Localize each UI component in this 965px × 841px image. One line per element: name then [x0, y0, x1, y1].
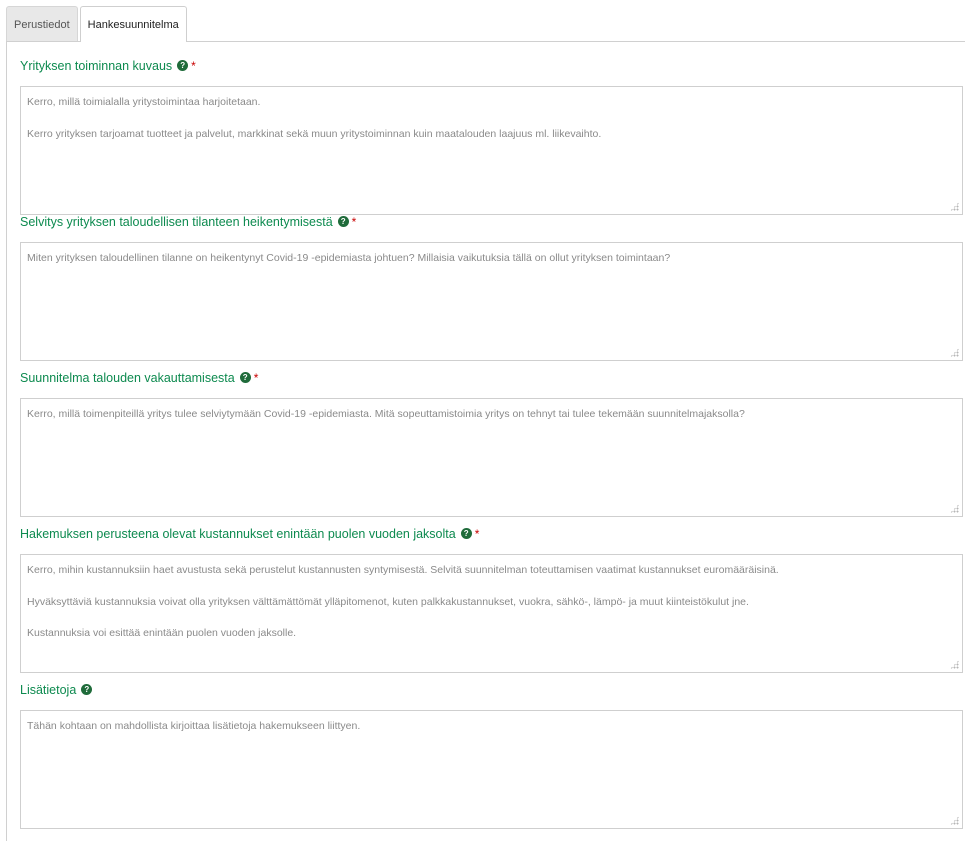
placeholder-line: Kerro, millä toimialalla yritystoimintaa…	[27, 96, 261, 108]
placeholder-line: Hyväksyttäviä kustannuksia voivat olla y…	[27, 595, 749, 608]
resize-handle-icon[interactable]	[950, 348, 959, 357]
help-icon[interactable]: ?	[81, 684, 93, 696]
required-marker: *	[474, 527, 480, 541]
form-panel: Yrityksen toiminnan kuvaus? * Kerro, mill…	[6, 41, 965, 841]
required-marker: *	[253, 371, 259, 385]
toiminnan-kuvaus-textarea[interactable]: Kerro, millä toimialalla yritystoimintaa…	[20, 86, 963, 215]
field-label: Selvitys yrityksen taloudellisen tilante…	[20, 214, 965, 230]
resize-handle-icon[interactable]	[950, 660, 959, 669]
tab-hankesuunnitelma[interactable]: Hankesuunnitelma	[79, 6, 187, 42]
tab-bar: Perustiedot Hankesuunnitelma	[6, 6, 189, 42]
resize-handle-icon[interactable]	[950, 504, 959, 513]
placeholder-line: Kerro yrityksen tarjoamat tuotteet ja pa…	[27, 127, 602, 140]
help-icon[interactable]: ?	[337, 216, 349, 228]
resize-handle-icon[interactable]	[950, 816, 959, 825]
field-taloudellisen-tilanteen-heikentyminen: Selvitys yrityksen taloudellisen tilante…	[20, 214, 965, 361]
placeholder-line: Miten yrityksen taloudellinen tilanne on…	[27, 252, 671, 264]
help-icon[interactable]: ?	[460, 528, 472, 540]
help-icon[interactable]: ?	[239, 372, 251, 384]
placeholder-line: Kustannuksia voi esittää enintään puolen…	[27, 627, 297, 640]
field-kustannukset: Hakemuksen perusteena olevat kustannukse…	[20, 526, 965, 673]
field-label-text: Hakemuksen perusteena olevat kustannukse…	[20, 527, 456, 541]
heikentyminen-textarea[interactable]: Miten yrityksen taloudellinen tilanne on…	[20, 242, 963, 361]
vakauttaminen-textarea[interactable]: Kerro, millä toimenpiteillä yritys tulee…	[20, 398, 963, 517]
required-marker: *	[351, 215, 357, 229]
resize-handle-icon[interactable]	[950, 202, 959, 211]
field-label: Yrityksen toiminnan kuvaus? *	[20, 58, 965, 74]
field-lisatietoja: Lisätietoja? Tähän kohtaan on mahdollist…	[20, 682, 965, 829]
placeholder-line: Kerro, millä toimenpiteillä yritys tulee…	[27, 408, 745, 420]
field-label-text: Yrityksen toiminnan kuvaus	[20, 59, 173, 73]
kustannukset-textarea[interactable]: Kerro, mihin kustannuksiin haet avustust…	[20, 554, 963, 673]
lisatietoja-textarea[interactable]: Tähän kohtaan on mahdollista kirjoittaa …	[20, 710, 963, 829]
field-label-text: Suunnitelma talouden vakauttamisesta	[20, 371, 235, 385]
help-icon[interactable]: ?	[177, 60, 189, 72]
field-talouden-vakauttaminen: Suunnitelma talouden vakauttamisesta? * K…	[20, 370, 965, 517]
required-marker: *	[191, 59, 196, 73]
field-label: Hakemuksen perusteena olevat kustannukse…	[20, 526, 965, 542]
field-label: Suunnitelma talouden vakauttamisesta? *	[20, 370, 965, 386]
field-label-text: Selvitys yrityksen taloudellisen tilante…	[20, 215, 333, 229]
field-label: Lisätietoja?	[20, 682, 965, 698]
placeholder-line: Tähän kohtaan on mahdollista kirjoittaa …	[27, 720, 361, 732]
field-yrityksen-toiminnan-kuvaus: Yrityksen toiminnan kuvaus? * Kerro, mill…	[20, 58, 965, 215]
field-label-text: Lisätietoja	[20, 683, 77, 697]
placeholder-line: Kerro, mihin kustannuksiin haet avustust…	[27, 564, 779, 576]
tab-perustiedot[interactable]: Perustiedot	[6, 6, 78, 42]
